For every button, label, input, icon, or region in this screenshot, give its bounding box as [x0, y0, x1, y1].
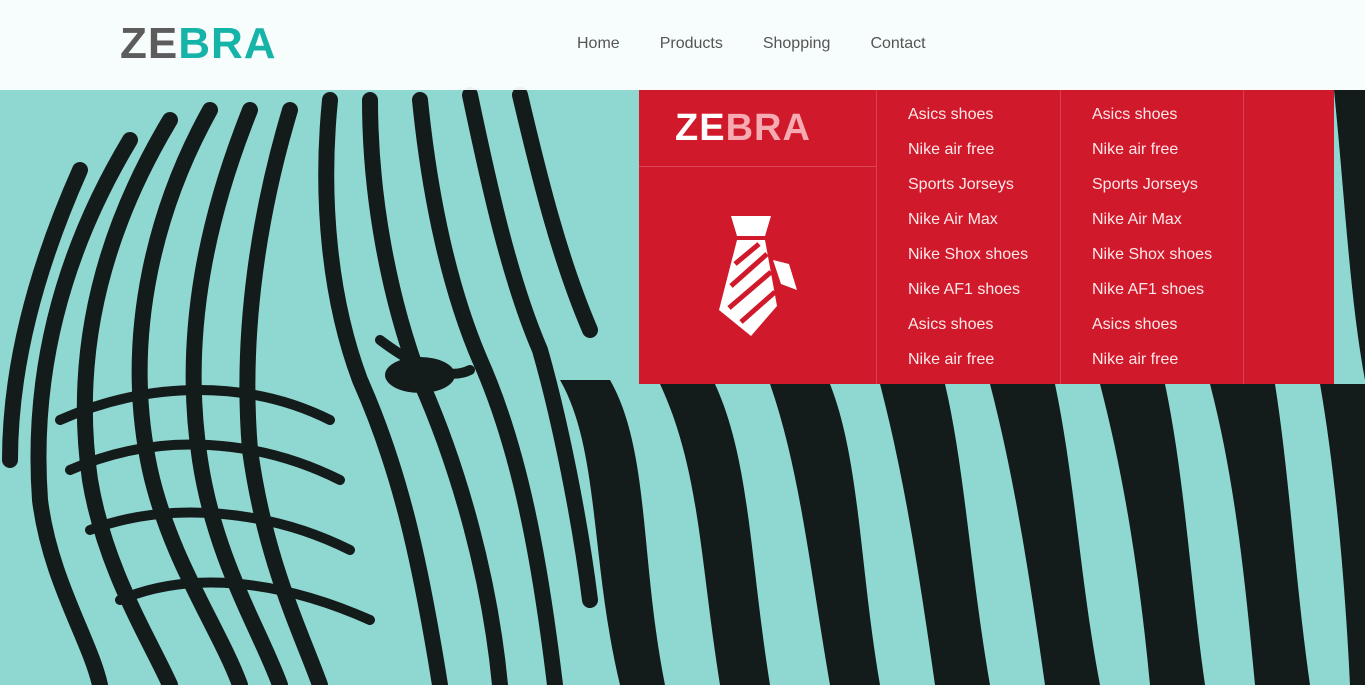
nav-home[interactable]: Home [577, 34, 620, 54]
menu-link[interactable]: Nike Air Max [1092, 211, 1182, 228]
menu-link[interactable]: Asics shoes [1092, 106, 1177, 123]
list-item: Nike AF1 shoes [1092, 280, 1243, 315]
menu-link[interactable]: Nike air free [1092, 141, 1178, 158]
list-item: Nike Shox shoes [1092, 245, 1243, 280]
list-item: Asics shoes [1092, 315, 1243, 350]
necktie-icon [719, 216, 797, 336]
menu-link[interactable]: Nike air free [908, 141, 994, 158]
list-item: Nike Air Max [1092, 210, 1243, 245]
logo-text-part1: ZE [120, 19, 179, 68]
list-item: Asics shoes [1092, 105, 1243, 140]
menu-link[interactable]: Nike air free [908, 351, 994, 368]
products-mega-menu: ZEBRA Asics shoes Nike air free Sports J… [639, 90, 1334, 384]
mega-menu-column-1: Asics shoes Nike air free Sports Jorseys… [877, 90, 1061, 384]
list-item: Nike Air Max [908, 210, 1060, 245]
main-nav: Home Products Shopping Contact [577, 34, 966, 54]
mega-logo-part1: ZE [675, 107, 726, 149]
list-item: Sports Jorseys [908, 175, 1060, 210]
logo-text-part2: BRA [178, 19, 277, 68]
menu-link[interactable]: Sports Jorseys [1092, 176, 1198, 193]
menu-link[interactable]: Nike AF1 shoes [1092, 281, 1204, 298]
mega-logo-part2: BRA [725, 107, 811, 149]
list-item: Asics shoes [908, 105, 1060, 140]
nav-products[interactable]: Products [660, 34, 723, 54]
list-item: Asics shoes [908, 315, 1060, 350]
mega-menu-column-2: Asics shoes Nike air free Sports Jorseys… [1061, 90, 1244, 384]
link-list: Asics shoes Nike air free Sports Jorseys… [1061, 90, 1243, 385]
menu-link[interactable]: Sports Jorseys [908, 176, 1014, 193]
menu-link[interactable]: Nike AF1 shoes [908, 281, 1020, 298]
list-item: Nike air free [908, 350, 1060, 385]
list-item: Nike AF1 shoes [908, 280, 1060, 315]
mega-menu-divider [639, 166, 876, 167]
nav-contact[interactable]: Contact [870, 34, 925, 54]
menu-link[interactable]: Nike Shox shoes [908, 246, 1028, 263]
list-item: Nike air free [1092, 350, 1243, 385]
list-item: Nike air free [908, 140, 1060, 175]
site-logo[interactable]: ZEBRA [120, 20, 277, 68]
menu-link[interactable]: Nike Air Max [908, 211, 998, 228]
list-item: Nike Shox shoes [908, 245, 1060, 280]
menu-link[interactable]: Asics shoes [908, 106, 993, 123]
list-item: Sports Jorseys [1092, 175, 1243, 210]
site-header: ZEBRA Home Products Shopping Contact [0, 0, 1365, 90]
link-list: Asics shoes Nike air free Sports Jorseys… [877, 90, 1060, 385]
menu-link[interactable]: Asics shoes [1092, 316, 1177, 333]
list-item: Nike air free [1092, 140, 1243, 175]
mega-menu-logo: ZEBRA [675, 108, 811, 148]
menu-link[interactable]: Asics shoes [908, 316, 993, 333]
menu-link[interactable]: Nike Shox shoes [1092, 246, 1212, 263]
menu-link[interactable]: Nike air free [1092, 351, 1178, 368]
nav-shopping[interactable]: Shopping [763, 34, 831, 54]
mega-menu-brand-panel: ZEBRA [639, 90, 877, 384]
